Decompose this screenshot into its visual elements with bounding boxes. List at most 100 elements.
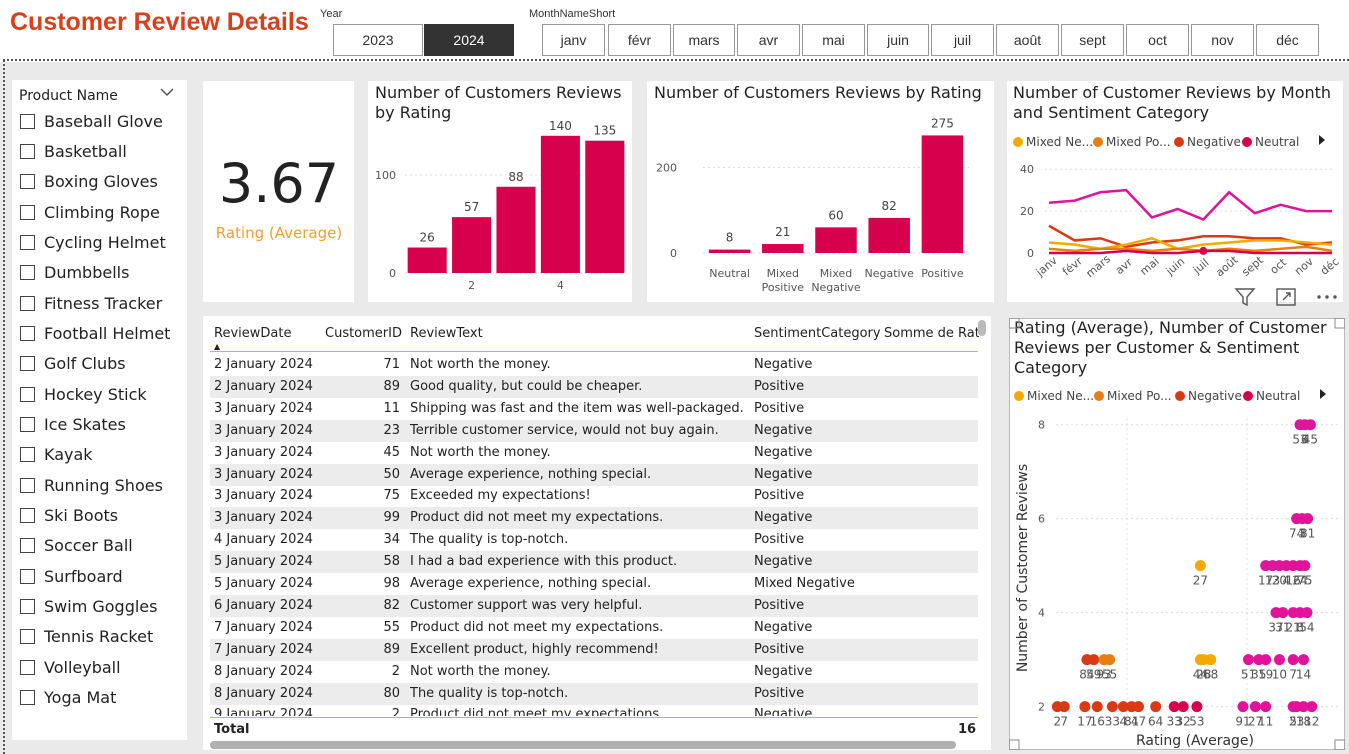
table-row[interactable]: 8 January 2024 80 The quality is top-notch… — [210, 682, 978, 705]
table-row[interactable]: 4 January 2024 34 The quality is top-notch… — [210, 529, 978, 551]
sentiment-cell: Negative — [754, 466, 813, 482]
sentiment-cell: Negative — [754, 707, 813, 716]
customer-id-cell: 2 — [391, 707, 400, 716]
table-row[interactable]: 7 January 2024 55 Product did not meet my … — [210, 617, 978, 639]
table-row[interactable]: 8 January 2024 2 Not worth the money. Negat… — [210, 661, 978, 683]
resize-handle[interactable] — [1334, 318, 1345, 329]
scatter-point[interactable] — [1194, 560, 1206, 572]
y-tick-label: 4 — [1038, 607, 1045, 620]
customer-id-cell: 23 — [383, 422, 400, 438]
review-text-cell: Average experience, nothing special. — [410, 576, 652, 591]
scatter-point[interactable] — [1260, 701, 1272, 713]
table-row[interactable]: 3 January 2024 75 Exceeded my expectations… — [210, 485, 978, 507]
table-row[interactable]: 3 January 2024 45 Not worth the money. Nega… — [210, 442, 978, 464]
sentiment-cell: Positive — [754, 400, 805, 416]
sentiment-cell: Negative — [754, 510, 813, 526]
table-row[interactable]: 3 January 2024 50 Average experience, noth… — [210, 463, 978, 486]
table-row[interactable]: 3 January 2024 11 Shipping was fast and th… — [210, 398, 978, 420]
total-divider — [210, 717, 978, 718]
scatter-point[interactable] — [1106, 701, 1118, 713]
table-row[interactable]: 7 January 2024 89 Excellent product, highl… — [210, 638, 978, 661]
scatter-point[interactable] — [1237, 701, 1249, 713]
review-text-cell: Shipping was fast and the item was well-… — [410, 400, 744, 416]
scatter-point[interactable] — [1299, 560, 1311, 572]
table-row[interactable]: 3 January 2024 23 Terrible customer servic… — [210, 419, 978, 442]
scatter-point[interactable] — [1287, 701, 1299, 713]
point-label: 27 — [1193, 574, 1208, 588]
scatter-point[interactable] — [1243, 654, 1254, 666]
customer-id-cell: 50 — [383, 466, 400, 482]
table-row[interactable]: 2 January 2024 71 Not worth the money. Nega… — [210, 354, 978, 376]
customer-id-cell: 99 — [383, 510, 400, 526]
point-label: 81 — [1300, 527, 1315, 541]
scatter-point[interactable] — [1298, 701, 1309, 713]
review-date-cell: 5 January 2024 — [214, 576, 313, 591]
scatter-point[interactable] — [1277, 607, 1289, 619]
table-row[interactable]: 5 January 2024 58 I had a bad experience w… — [210, 551, 978, 574]
scatter-point[interactable] — [1302, 513, 1314, 525]
scatter-point[interactable] — [1298, 654, 1309, 666]
scatter-point[interactable] — [1260, 654, 1272, 666]
y-tick-label: 8 — [1038, 419, 1045, 432]
sentiment-cell: Positive — [754, 488, 805, 504]
scatter-point[interactable] — [1301, 607, 1313, 619]
resize-handle[interactable] — [1009, 739, 1020, 750]
customer-id-cell: 55 — [383, 619, 400, 635]
scatter-point[interactable] — [1249, 701, 1261, 713]
resize-handle[interactable] — [1009, 318, 1020, 329]
scatter-point[interactable] — [1205, 654, 1217, 666]
review-text-cell: The quality is top-notch. — [410, 685, 569, 701]
review-text-cell: Exceeded my expectations! — [410, 488, 591, 504]
table-row[interactable]: 2 January 2024 89 Good quality, but could … — [210, 375, 978, 398]
scatter-point[interactable] — [1081, 654, 1093, 666]
review-text-cell: Not worth the money. — [410, 357, 551, 372]
horizontal-scrollbar[interactable] — [210, 741, 956, 749]
review-text-cell: Not worth the money. — [410, 663, 551, 679]
point-label: 18 — [1296, 715, 1311, 729]
point-label: 54 — [1299, 621, 1314, 635]
scatter-point[interactable] — [1058, 701, 1070, 713]
scatter-point[interactable] — [1079, 701, 1091, 713]
review-date-cell: 9 January 2024 — [214, 707, 313, 716]
scatter-point[interactable] — [1091, 701, 1103, 713]
table-row[interactable]: 3 January 2024 99 Product did not meet my … — [210, 507, 978, 530]
scatter-point[interactable] — [1104, 654, 1116, 666]
review-date-cell: 2 January 2024 — [214, 357, 313, 372]
review-text-cell: Terrible customer service, would not buy… — [410, 422, 719, 438]
table-row[interactable]: 9 January 2024 2 Product did not meet my e… — [210, 704, 978, 716]
scatter-point[interactable] — [1150, 701, 1162, 713]
scatter-point[interactable] — [1126, 701, 1138, 713]
review-date-cell: 8 January 2024 — [214, 685, 313, 701]
review-date-cell: 3 January 2024 — [214, 510, 313, 526]
sentiment-cell: Positive — [754, 685, 805, 701]
table-row[interactable]: 5 January 2024 98 Average experience, noth… — [210, 573, 978, 595]
scatter-point[interactable] — [1191, 701, 1203, 713]
review-text-cell: Not worth the money. — [410, 444, 551, 460]
resize-handle[interactable] — [1334, 739, 1345, 750]
point-label: 53 — [1189, 715, 1204, 729]
y-tick-label: 6 — [1038, 513, 1045, 526]
point-label: 10 — [1272, 668, 1287, 682]
x-axis-title: Rating (Average) — [1136, 733, 1254, 749]
vertical-scrollbar[interactable] — [978, 320, 986, 336]
point-label: 84 — [1079, 668, 1094, 682]
customer-id-cell: 80 — [383, 685, 400, 701]
review-date-cell: 2 January 2024 — [214, 378, 313, 394]
point-label: 64 — [1148, 715, 1163, 729]
sentiment-cell: Negative — [754, 619, 813, 635]
customer-id-cell: 34 — [383, 532, 400, 548]
sentiment-cell: Positive — [754, 597, 805, 613]
sentiment-cell: Negative — [754, 357, 813, 372]
review-date-cell: 6 January 2024 — [214, 597, 313, 613]
scatter-point[interactable] — [1287, 654, 1299, 666]
scatter-point[interactable] — [1177, 701, 1189, 713]
point-label: 16 — [1090, 715, 1105, 729]
table-row[interactable]: 6 January 2024 82 Customer support was ver… — [210, 594, 978, 617]
y-tick-label: 2 — [1038, 701, 1045, 714]
sentiment-cell: Mixed Negative — [754, 576, 855, 591]
customer-id-cell: 11 — [383, 400, 400, 416]
customer-id-cell: 89 — [383, 378, 400, 394]
review-date-cell: 5 January 2024 — [214, 554, 313, 570]
scatter-point[interactable] — [1304, 419, 1316, 431]
scatter-point[interactable] — [1273, 654, 1285, 666]
